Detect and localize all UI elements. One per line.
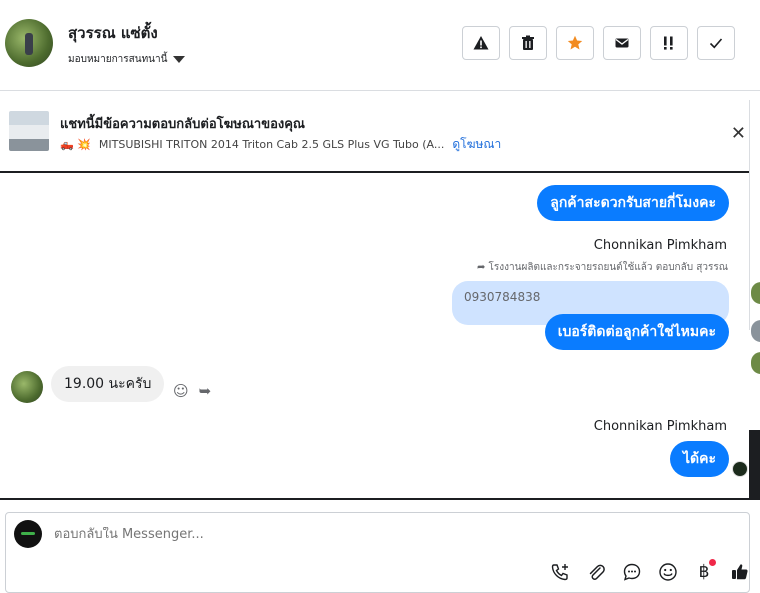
notification-dot <box>709 559 716 566</box>
react-emoji-icon[interactable]: ☺ <box>173 382 189 400</box>
sender-name: Chonnikan Pimkham <box>593 419 727 434</box>
seen-avatar <box>732 461 748 477</box>
mark-unread-button[interactable] <box>603 26 641 60</box>
ad-name: MITSUBISHI TRITON 2014 Triton Cab 2.5 GL… <box>98 138 445 151</box>
side-panel-edge <box>749 100 760 374</box>
ad-banner-title: แชทนี้มีข้อความตอบกลับต่อโฆษณาของคุณ <box>60 117 305 132</box>
star-icon <box>567 35 583 50</box>
page-avatar <box>14 520 42 548</box>
trash-icon <box>522 35 534 50</box>
reply-context: ➦ โรงงานผลิตและกระจายรถยนต์ใช้แล้ว ตอบกล… <box>477 260 728 275</box>
warning-icon <box>473 36 489 50</box>
conversation-toolbar <box>462 26 735 60</box>
message-actions: ☺ ➥ <box>173 382 211 400</box>
follow-up-button[interactable] <box>650 26 688 60</box>
delete-button[interactable] <box>509 26 547 60</box>
report-button[interactable] <box>462 26 500 60</box>
message-composer: ฿ <box>5 512 750 593</box>
view-ad-link[interactable]: ดูโฆษณา <box>452 135 501 154</box>
emoji-icon[interactable] <box>657 561 679 583</box>
close-icon[interactable]: ✕ <box>731 123 746 144</box>
ad-reply-banner: แชทนี้มีข้อความตอบกลับต่อโฆษณาของคุณ 🛻 💥… <box>0 91 760 173</box>
assign-conversation-dropdown[interactable]: มอบหมายการสนทนานี้ <box>68 52 186 67</box>
side-panel-dark <box>749 430 760 498</box>
call-add-icon[interactable] <box>549 561 571 583</box>
message-outgoing[interactable]: เบอร์ติดต่อลูกค้าใช่ไหมคะ <box>544 314 729 350</box>
attachment-icon[interactable] <box>585 561 607 583</box>
baht-glyph: ฿ <box>698 562 710 582</box>
contact-avatar-small[interactable] <box>11 371 43 403</box>
baht-icon[interactable]: ฿ <box>693 559 716 583</box>
side-avatar[interactable] <box>751 282 760 304</box>
message-incoming[interactable]: 19.00 นะครับ <box>51 366 165 402</box>
contact-name[interactable]: สุวรรณ แซ่ตั้ง <box>68 21 158 45</box>
ad-thumbnail[interactable] <box>9 111 49 151</box>
saved-reply-icon[interactable] <box>621 561 643 583</box>
contact-avatar[interactable] <box>5 19 53 67</box>
message-outgoing[interactable]: ลูกค้าสะดวกรับสายกี่โมงคะ <box>537 185 729 221</box>
reply-input[interactable] <box>54 527 654 542</box>
mark-done-button[interactable] <box>697 26 735 60</box>
composer-toolbar: ฿ <box>549 559 751 583</box>
message-outgoing[interactable]: ได้คะ <box>669 441 729 477</box>
reply-arrow-icon: ➦ <box>476 262 486 273</box>
ad-banner-subtitle: 🛻 💥 MITSUBISHI TRITON 2014 Triton Cab 2.… <box>60 135 501 154</box>
caret-down-icon <box>173 56 186 63</box>
like-icon[interactable] <box>729 561 751 583</box>
assign-label: มอบหมายการสนทนานี้ <box>68 54 168 65</box>
reply-icon[interactable]: ➥ <box>199 382 212 400</box>
reply-context-text: โรงงานผลิตและกระจายรถยนต์ใช้แล้ว ตอบกลับ… <box>488 262 728 273</box>
mail-icon <box>615 38 629 48</box>
conversation-header: สุวรรณ แซ่ตั้ง มอบหมายการสนทนานี้ <box>0 0 760 91</box>
star-button[interactable] <box>556 26 594 60</box>
ad-emojis: 🛻 💥 <box>60 138 91 151</box>
priority-icon <box>664 36 673 50</box>
sender-name: Chonnikan Pimkham <box>593 238 727 253</box>
check-icon <box>709 38 723 49</box>
message-thread[interactable]: ลูกค้าสะดวกรับสายกี่โมงคะ Chonnikan Pimk… <box>0 172 760 500</box>
